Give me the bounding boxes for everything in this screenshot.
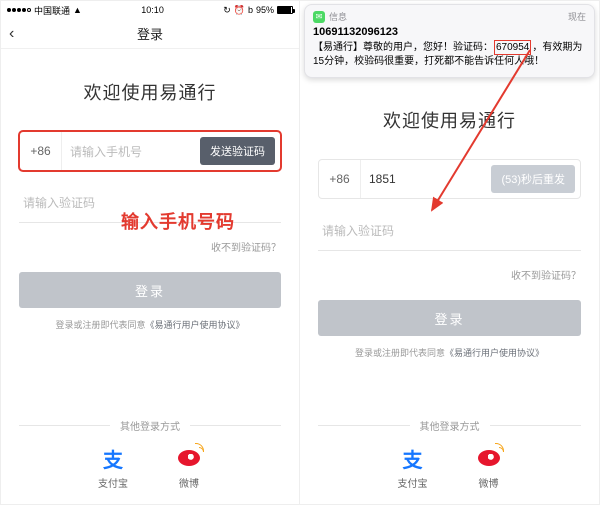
status-bar: 中国联通 ▲ 10:10 ↻ ⏰ b 95% <box>1 1 299 19</box>
alarm-icon: ⏰ <box>234 5 245 16</box>
other-login-title: 其他登录方式 <box>19 418 281 433</box>
nav-title: 登录 <box>137 24 163 43</box>
bluetooth-icon: b <box>248 5 253 15</box>
carrier-label: 中国联通 <box>34 4 70 17</box>
weibo-login[interactable]: 微博 <box>476 445 502 490</box>
other-login-title: 其他登录方式 <box>318 418 581 433</box>
wifi-icon: ▲ <box>73 5 82 15</box>
sync-icon: ↻ <box>223 5 231 16</box>
alipay-login[interactable]: 支 支付宝 <box>98 445 128 490</box>
weibo-icon <box>176 445 202 471</box>
sms-code-highlight: 670954 <box>494 40 531 56</box>
login-button[interactable]: 登录 <box>19 272 281 308</box>
agreement-text: 登录或注册即代表同意《易通行用户使用协议》 <box>19 318 281 331</box>
weibo-icon <box>476 445 502 471</box>
nav-bar: ‹ 登录 <box>1 19 299 49</box>
phone-input-row: +86 1851 (53)秒后重发 <box>318 159 581 199</box>
send-code-button[interactable]: 发送验证码 <box>200 137 275 165</box>
notification-time: 现在 <box>568 11 586 23</box>
messages-app-icon: ✉ <box>313 11 325 23</box>
sms-notification[interactable]: ✉ 信息 现在 10691132096123 【易通行】尊敬的用户，您好！验证码… <box>304 4 595 78</box>
notification-sender: 10691132096123 <box>313 25 586 40</box>
notification-app: 信息 <box>329 11 564 23</box>
alipay-icon: 支 <box>400 445 426 471</box>
battery-icon <box>277 6 293 14</box>
welcome-heading: 欢迎使用易通行 <box>318 107 581 133</box>
status-time: 10:10 <box>141 5 164 15</box>
verification-code-input[interactable]: 请输入验证码 <box>318 211 581 251</box>
notification-body: 【易通行】尊敬的用户，您好！验证码：670954，有效期为15分钟，校验码很重要… <box>313 40 586 69</box>
phone-number-input[interactable]: 1851 <box>361 160 491 198</box>
phone-screen-right: ✉ 信息 现在 10691132096123 【易通行】尊敬的用户，您好！验证码… <box>300 0 600 505</box>
login-button[interactable]: 登录 <box>318 300 581 336</box>
country-code[interactable]: +86 <box>319 160 361 198</box>
agreement-link[interactable]: 《易通行用户使用协议》 <box>445 348 544 358</box>
weibo-login[interactable]: 微博 <box>176 445 202 490</box>
resend-code-button[interactable]: (53)秒后重发 <box>491 165 575 193</box>
phone-input-row: +86 请输入手机号 发送验证码 <box>19 131 281 171</box>
alipay-icon: 支 <box>100 445 126 471</box>
signal-icon <box>7 8 31 12</box>
agreement-text: 登录或注册即代表同意《易通行用户使用协议》 <box>318 346 581 359</box>
phone-screen-left: 中国联通 ▲ 10:10 ↻ ⏰ b 95% ‹ 登录 欢迎使用易通行 +86 … <box>0 0 300 505</box>
country-code[interactable]: +86 <box>20 132 62 170</box>
welcome-heading: 欢迎使用易通行 <box>19 79 281 105</box>
battery-pct: 95% <box>256 5 274 15</box>
back-icon[interactable]: ‹ <box>9 25 14 43</box>
phone-number-input[interactable]: 请输入手机号 <box>62 132 200 170</box>
cant-get-code-link[interactable]: 收不到验证码？ <box>19 239 281 254</box>
alipay-login[interactable]: 支 支付宝 <box>398 445 428 490</box>
annotation-input-hint: 输入手机号码 <box>121 208 235 234</box>
cant-get-code-link[interactable]: 收不到验证码？ <box>318 267 581 282</box>
agreement-link[interactable]: 《易通行用户使用协议》 <box>146 320 245 330</box>
